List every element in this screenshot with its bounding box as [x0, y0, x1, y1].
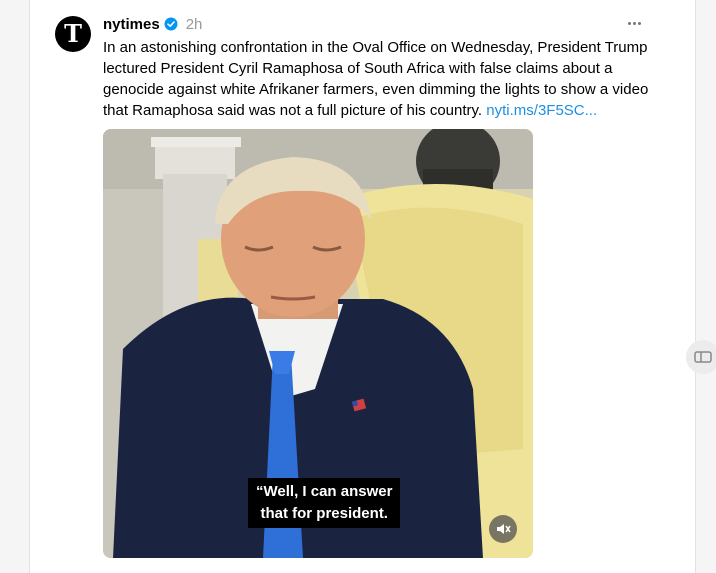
- post-link[interactable]: nyti.ms/3F5SC...: [486, 102, 597, 119]
- post-header: nytimes 2h: [103, 14, 202, 34]
- muted-speaker-icon[interactable]: [489, 515, 517, 543]
- side-panel-icon[interactable]: [686, 340, 716, 374]
- video-caption: “Well, I can answer that for president.: [248, 478, 401, 528]
- post-video[interactable]: “Well, I can answer that for president.: [103, 129, 533, 558]
- post-card: T nytimes 2h In an astonishing confronta…: [29, 0, 696, 573]
- post-body: In an astonishing confrontation in the O…: [103, 37, 651, 121]
- username[interactable]: nytimes: [103, 16, 160, 33]
- svg-text:T: T: [64, 19, 82, 48]
- verified-badge-icon: [164, 17, 178, 31]
- post-time[interactable]: 2h: [186, 16, 203, 33]
- nytimes-logo-icon[interactable]: T: [55, 16, 91, 52]
- caption-line-2: that for president.: [260, 505, 388, 522]
- more-options-icon[interactable]: [623, 14, 645, 32]
- caption-line-1: “Well, I can answer: [256, 483, 393, 500]
